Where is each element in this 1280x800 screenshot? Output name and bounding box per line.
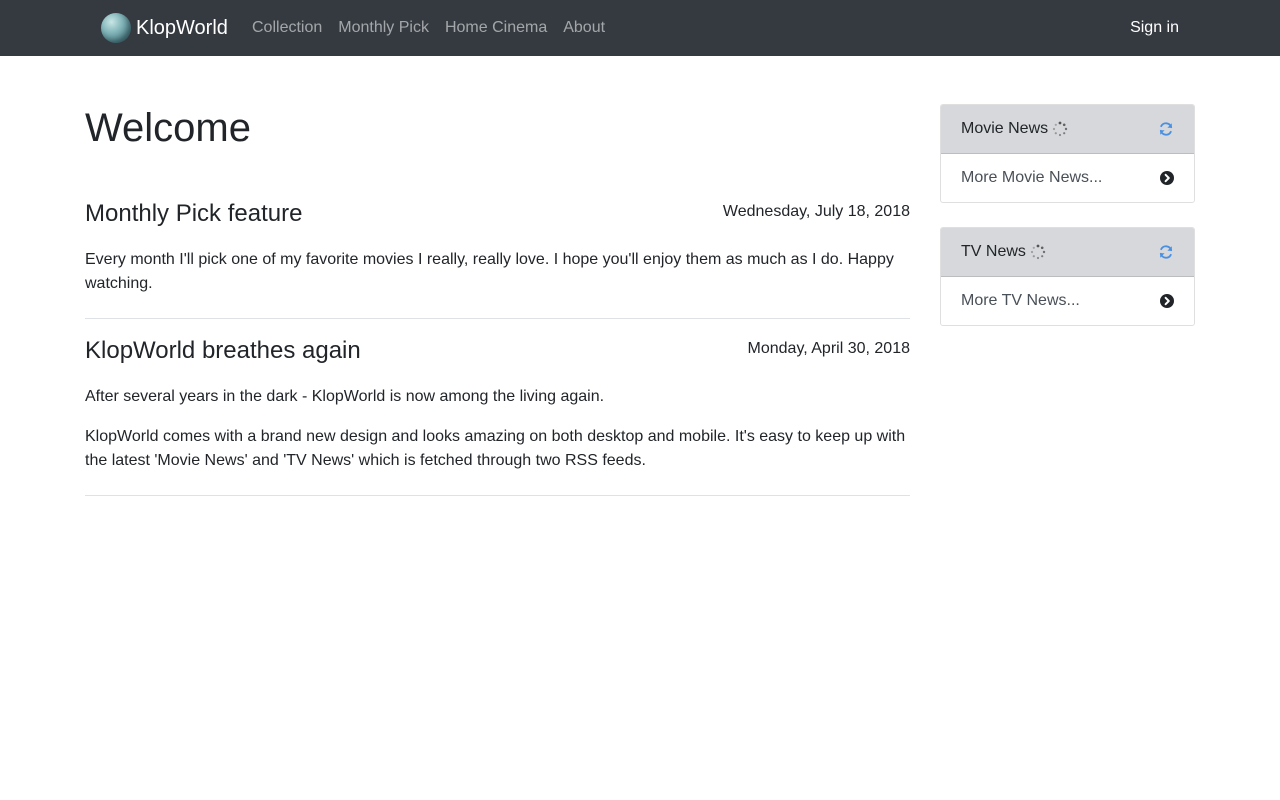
refresh-icon[interactable]	[1158, 121, 1174, 137]
post-item: KlopWorld breathes again Monday, April 3…	[85, 335, 910, 496]
movie-news-title: Movie News	[961, 120, 1049, 137]
nav-link-monthly-pick[interactable]: Monthly Pick	[330, 16, 437, 40]
page-title: Welcome	[85, 106, 251, 150]
tv-news-title: TV News	[961, 243, 1026, 260]
chevron-circle-right-icon	[1160, 294, 1174, 308]
post-header: Monthly Pick feature Wednesday, July 18,…	[85, 198, 910, 230]
post-list: Monthly Pick feature Wednesday, July 18,…	[85, 198, 910, 512]
post-paragraph: KlopWorld comes with a brand new design …	[85, 428, 906, 469]
post-item: Monthly Pick feature Wednesday, July 18,…	[85, 198, 910, 319]
nav-link-home-cinema[interactable]: Home Cinema	[437, 16, 555, 40]
tv-news-card: TV News More TV News...	[940, 227, 1195, 326]
loading-spinner-icon	[1030, 244, 1046, 260]
chevron-circle-right-icon	[1160, 171, 1174, 185]
loading-spinner-icon	[1053, 121, 1068, 137]
more-movie-news-link[interactable]: More Movie News...	[941, 154, 1194, 202]
post-date: Wednesday, July 18, 2018	[722, 203, 910, 220]
brand-link[interactable]: KlopWorld	[101, 13, 228, 43]
nav-link-about[interactable]: About	[555, 16, 613, 40]
more-movie-news-label: More Movie News...	[961, 169, 1103, 186]
post-title: KlopWorld breathes again	[85, 337, 361, 364]
globe-logo-icon	[101, 13, 131, 43]
post-paragraph: After several years in the dark - KlopWo…	[85, 388, 605, 405]
nav-links: Collection Monthly Pick Home Cinema Abou…	[244, 0, 613, 56]
post-date: Monday, April 30, 2018	[747, 340, 910, 357]
top-navbar: KlopWorld Collection Monthly Pick Home C…	[0, 0, 1280, 56]
nav-link-collection[interactable]: Collection	[244, 16, 330, 40]
post-header: KlopWorld breathes again Monday, April 3…	[85, 335, 910, 367]
more-tv-news-link[interactable]: More TV News...	[941, 277, 1194, 325]
sidebar: Movie News More Movie News... TV News Mo…	[940, 104, 1195, 350]
refresh-icon[interactable]	[1158, 244, 1174, 260]
post-paragraph: Every month I'll pick one of my favorite…	[85, 251, 894, 292]
movie-news-card: Movie News More Movie News...	[940, 104, 1195, 203]
movie-news-header: Movie News	[941, 105, 1194, 154]
post-title: Monthly Pick feature	[85, 200, 303, 227]
tv-news-header: TV News	[941, 228, 1194, 277]
sign-in-link[interactable]: Sign in	[1130, 16, 1179, 40]
more-tv-news-label: More TV News...	[961, 292, 1080, 309]
brand-name: KlopWorld	[136, 17, 228, 39]
